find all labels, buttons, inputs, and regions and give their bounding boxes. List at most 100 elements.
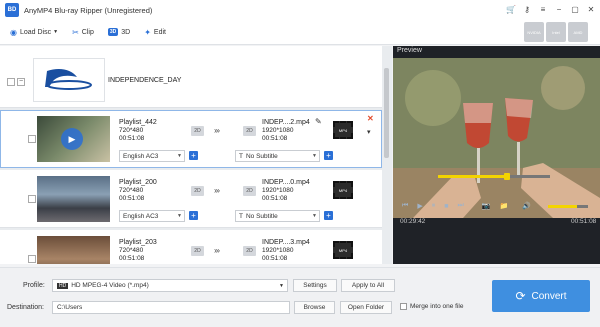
refresh-icon: ⟳ — [515, 289, 526, 303]
subtitle-value: No Subtitle — [245, 212, 278, 220]
apply-to-all-button[interactable]: Apply to All — [341, 279, 395, 292]
preview-label: Preview — [397, 47, 422, 54]
arrows-icon: ››› — [214, 246, 220, 255]
playlist-row[interactable]: Playlist_203 720*480 00:51:08 2D ››› 2D … — [0, 230, 382, 264]
three-d-button[interactable]: 3D 3D — [104, 22, 134, 42]
settings-button[interactable]: Settings — [293, 279, 337, 292]
output-duration: 00:51:08 — [262, 255, 288, 262]
load-disc-button[interactable]: ◉ Load Disc ▼ — [6, 22, 62, 42]
amd-badge: AMD — [568, 22, 588, 42]
output-name: INDEP....0.mp4 — [262, 179, 310, 186]
merge-label: Merge into one file — [410, 303, 464, 311]
preview-video[interactable] — [393, 58, 600, 218]
playlist-thumbnail[interactable] — [37, 236, 110, 264]
arrows-icon: ››› — [214, 126, 220, 135]
audio-track-select[interactable]: English AC3 ▼ — [119, 150, 185, 162]
bluray-logo-graphic — [45, 69, 92, 90]
folder-icon[interactable]: 📁 — [499, 202, 508, 210]
collapse-toggle[interactable]: − — [17, 78, 25, 86]
merge-option[interactable]: Merge into one file — [400, 303, 463, 310]
stop-icon[interactable]: ■ — [444, 203, 448, 210]
profile-select[interactable]: HD HD MPEG-4 Video (*.mp4) ▼ — [52, 279, 288, 292]
seek-bar-fill — [438, 175, 508, 178]
disc-row: − INDEPENDENCE_DAY — [0, 46, 382, 108]
add-subtitle-button[interactable]: + — [324, 151, 333, 160]
chevron-down-icon[interactable]: ▾ — [367, 128, 371, 136]
key-icon[interactable]: ⚷ — [520, 2, 534, 16]
playlist-thumbnail[interactable]: ▶ — [37, 116, 110, 162]
format-film-icon[interactable]: MP4 — [333, 181, 353, 199]
scissors-icon: ✂ — [72, 27, 79, 37]
preview-panel: Preview 00:29:42 00:51:08 — [393, 46, 600, 264]
destination-input[interactable]: C:\Users — [52, 301, 290, 314]
browse-button[interactable]: Browse — [294, 301, 335, 314]
disc-name: INDEPENDENCE_DAY — [108, 77, 182, 84]
next-icon[interactable]: ⏭ — [457, 202, 463, 210]
output-duration: 00:51:08 — [262, 195, 288, 202]
play-icon[interactable]: ▶ — [61, 128, 83, 150]
three-d-icon: 3D — [107, 28, 119, 36]
scrollbar-thumb[interactable] — [384, 68, 389, 158]
previous-icon[interactable]: ⏮ — [402, 202, 408, 210]
disc-icon: ◉ — [10, 27, 17, 37]
minimize-icon[interactable]: − — [552, 2, 566, 16]
seek-bar[interactable] — [438, 173, 550, 180]
convert-button[interactable]: ⟳ Convert — [492, 280, 590, 312]
subtitle-icon: T — [239, 212, 243, 220]
chevron-down-icon: ▼ — [312, 153, 317, 159]
close-icon[interactable]: ✕ — [584, 2, 598, 16]
pencil-icon[interactable]: ✎ — [315, 117, 322, 126]
maximize-icon[interactable]: ▢ — [568, 2, 582, 16]
add-audio-button[interactable]: + — [189, 151, 198, 160]
volume-slider[interactable] — [548, 205, 588, 208]
disc-checkbox[interactable] — [7, 78, 15, 86]
playlist-row[interactable]: Playlist_200 720*480 00:51:08 2D ››› 2D … — [0, 170, 382, 228]
play-icon[interactable]: ▶ — [417, 202, 422, 210]
playlist-duration: 00:51:08 — [119, 255, 145, 262]
close-icon[interactable]: ✕ — [367, 114, 374, 123]
list-scrollbar[interactable] — [384, 58, 390, 262]
title-bar: BD AnyMP4 Blu-ray Ripper (Unregistered) … — [0, 0, 600, 20]
audio-track-select[interactable]: English AC3 ▼ — [119, 210, 185, 222]
chevron-down-icon: ▼ — [312, 213, 317, 219]
playlist-resolution: 720*480 — [119, 127, 144, 134]
audio-track-value: English AC3 — [123, 212, 159, 220]
edit-label: Edit — [153, 28, 166, 36]
snapshot-icon[interactable]: 📷 — [482, 202, 491, 210]
format-film-icon[interactable]: MP4 — [333, 241, 353, 259]
clip-label: Clip — [81, 28, 94, 36]
playlist-thumbnail[interactable] — [37, 176, 110, 222]
playlist-checkbox[interactable] — [28, 255, 36, 263]
add-audio-button[interactable]: + — [189, 211, 198, 220]
output-name: INDEP....3.mp4 — [262, 239, 310, 246]
edit-button[interactable]: ✦ Edit — [140, 22, 170, 42]
current-time: 00:29:42 — [400, 218, 426, 225]
volume-icon[interactable]: 🔊 — [522, 202, 531, 210]
seek-bar-knob[interactable] — [504, 173, 511, 180]
clip-button[interactable]: ✂ Clip — [68, 22, 98, 42]
three-d-label: 3D — [121, 28, 131, 36]
menu-icon[interactable]: ≡ — [536, 2, 550, 16]
bluray-logo — [33, 58, 105, 102]
convert-label: Convert — [531, 290, 567, 302]
add-subtitle-button[interactable]: + — [324, 211, 333, 220]
format-film-icon[interactable]: MP4 — [333, 121, 353, 139]
app-logo: BD — [5, 3, 19, 17]
pause-icon[interactable]: ⏸ — [432, 202, 436, 210]
profile-value: HD MPEG-4 Video (*.mp4) — [71, 282, 149, 289]
subtitle-select[interactable]: T No Subtitle ▼ — [235, 150, 320, 162]
playlist-checkbox[interactable] — [28, 195, 36, 203]
playlist-duration: 00:51:08 — [119, 135, 145, 142]
playlist-name: Playlist_200 — [119, 179, 157, 186]
open-folder-button[interactable]: Open Folder — [340, 301, 392, 314]
playlist-resolution: 720*480 — [119, 187, 144, 194]
merge-checkbox[interactable] — [400, 303, 407, 310]
playlist-checkbox[interactable] — [28, 135, 36, 143]
subtitle-select[interactable]: T No Subtitle ▼ — [235, 210, 320, 222]
cart-icon[interactable]: 🛒 — [504, 2, 518, 16]
preview-frame — [393, 58, 600, 218]
file-list: − INDEPENDENCE_DAY ▶ Playlist_442 720*48… — [0, 46, 392, 264]
total-time: 00:51:08 — [571, 218, 597, 225]
playlist-row[interactable]: ▶ Playlist_442 720*480 00:51:08 2D ››› 2… — [0, 110, 382, 168]
playlist-resolution: 720*480 — [119, 247, 144, 254]
